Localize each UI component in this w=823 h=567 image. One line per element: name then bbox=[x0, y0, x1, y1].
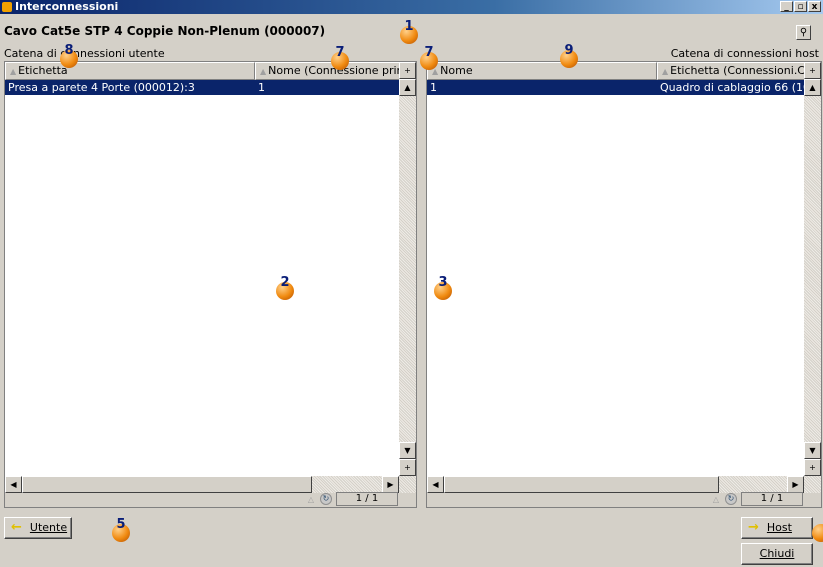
table-row[interactable]: Presa a parete 4 Porte (000012):3 1 bbox=[5, 80, 401, 95]
callout-marker bbox=[812, 524, 823, 542]
sort-icon: ▲ bbox=[10, 67, 17, 76]
window-title: Interconnessioni bbox=[15, 0, 119, 13]
scroll-thumb[interactable] bbox=[444, 476, 719, 493]
scroll-up-button[interactable]: ▲ bbox=[399, 79, 416, 96]
user-chain-list[interactable]: ▲Etichetta ▲Nome (Connessione principale… bbox=[4, 61, 417, 508]
list-header: ▲ Nome ▲ Etichetta (Connessioni.Con bbox=[427, 62, 806, 80]
magnifier-icon: ⚲ bbox=[799, 27, 808, 38]
host-button[interactable]: → Host bbox=[741, 517, 813, 539]
arrow-right-icon: → bbox=[748, 520, 759, 535]
callout-marker: 8 bbox=[60, 43, 78, 68]
add-column-icon[interactable]: + bbox=[804, 459, 821, 476]
sort-icon: ▲ bbox=[260, 67, 267, 76]
callout-marker: 7 bbox=[331, 45, 349, 70]
vertical-scrollbar[interactable]: + ▲ ▼ + bbox=[399, 62, 416, 476]
app-icon bbox=[2, 2, 12, 12]
host-chain-list[interactable]: ▲ Nome ▲ Etichetta (Connessioni.Con 1 Quad… bbox=[426, 61, 822, 508]
refresh-icon[interactable]: ↻ bbox=[320, 493, 332, 505]
cell-nome: 1 bbox=[430, 81, 437, 94]
zoom-button[interactable]: ⚲ bbox=[796, 25, 811, 40]
column-chooser-icon[interactable]: + bbox=[399, 62, 416, 79]
horizontal-scrollbar[interactable]: ◀ ▶ bbox=[5, 476, 416, 493]
column-header-etichetta[interactable]: ▲ Etichetta bbox=[5, 62, 255, 80]
callout-marker: 9 bbox=[560, 43, 578, 68]
vertical-scrollbar[interactable]: + ▲ ▼ + bbox=[804, 62, 821, 476]
pager: △ ↻ 1 / 1 bbox=[308, 492, 398, 506]
restore-button[interactable]: ▫ bbox=[794, 1, 807, 12]
minimize-button[interactable]: _ bbox=[780, 1, 793, 12]
scroll-up-button[interactable]: ▲ bbox=[804, 79, 821, 96]
callout-marker: 7 bbox=[420, 45, 438, 70]
callout-marker: 1 bbox=[400, 19, 418, 44]
scroll-right-button[interactable]: ▶ bbox=[382, 476, 399, 493]
column-header-etichetta[interactable]: ▲ Etichetta (Connessioni.Con bbox=[657, 62, 806, 80]
scroll-right-button[interactable]: ▶ bbox=[787, 476, 804, 493]
scroll-down-button[interactable]: ▼ bbox=[804, 442, 821, 459]
cell-etichetta: Presa a parete 4 Porte (000012):3 bbox=[8, 81, 195, 94]
scroll-left-button[interactable]: ◀ bbox=[427, 476, 444, 493]
cell-nome: 1 bbox=[258, 81, 265, 94]
horizontal-scrollbar[interactable]: ◀ ▶ bbox=[427, 476, 821, 493]
user-chain-label: Catena di connessioni utente bbox=[4, 47, 165, 60]
column-chooser-icon[interactable]: + bbox=[804, 62, 821, 79]
callout-marker: 2 bbox=[276, 275, 294, 300]
triangle-icon: △ bbox=[307, 494, 314, 504]
table-row[interactable]: 1 Quadro di cablaggio 66 (100 p bbox=[427, 80, 806, 95]
scroll-down-button[interactable]: ▼ bbox=[399, 442, 416, 459]
refresh-icon[interactable]: ↻ bbox=[725, 493, 737, 505]
cell-etichetta: Quadro di cablaggio 66 (100 p bbox=[660, 81, 806, 94]
page-indicator: 1 / 1 bbox=[336, 492, 398, 506]
record-title: Cavo Cat5e STP 4 Coppie Non-Plenum (0000… bbox=[4, 24, 326, 38]
add-column-icon[interactable]: + bbox=[399, 459, 416, 476]
column-header-nome[interactable]: ▲Nome (Connessione principale bbox=[255, 62, 401, 80]
utente-button[interactable]: ← Utente bbox=[4, 517, 72, 539]
chiudi-button[interactable]: Chiudi bbox=[741, 543, 813, 565]
close-button[interactable]: x bbox=[808, 1, 821, 12]
scroll-left-button[interactable]: ◀ bbox=[5, 476, 22, 493]
status-bar: △ ↻ 1 / 1 bbox=[5, 492, 416, 507]
triangle-icon: △ bbox=[712, 494, 719, 504]
status-bar: △ ↻ 1 / 1 bbox=[427, 492, 821, 507]
callout-marker: 5 bbox=[112, 517, 130, 542]
scroll-thumb[interactable] bbox=[22, 476, 312, 493]
host-chain-label: Catena di connessioni host bbox=[670, 47, 819, 60]
column-header-nome[interactable]: ▲ Nome bbox=[427, 62, 657, 80]
sort-icon: ▲ bbox=[662, 67, 669, 76]
window-controls: _ ▫ x bbox=[780, 1, 821, 12]
callout-marker: 3 bbox=[434, 275, 452, 300]
pager: △ ↻ 1 / 1 bbox=[713, 492, 803, 506]
page-indicator: 1 / 1 bbox=[741, 492, 803, 506]
window-titlebar: Interconnessioni _ ▫ x bbox=[0, 0, 823, 14]
arrow-left-icon: ← bbox=[11, 520, 22, 535]
